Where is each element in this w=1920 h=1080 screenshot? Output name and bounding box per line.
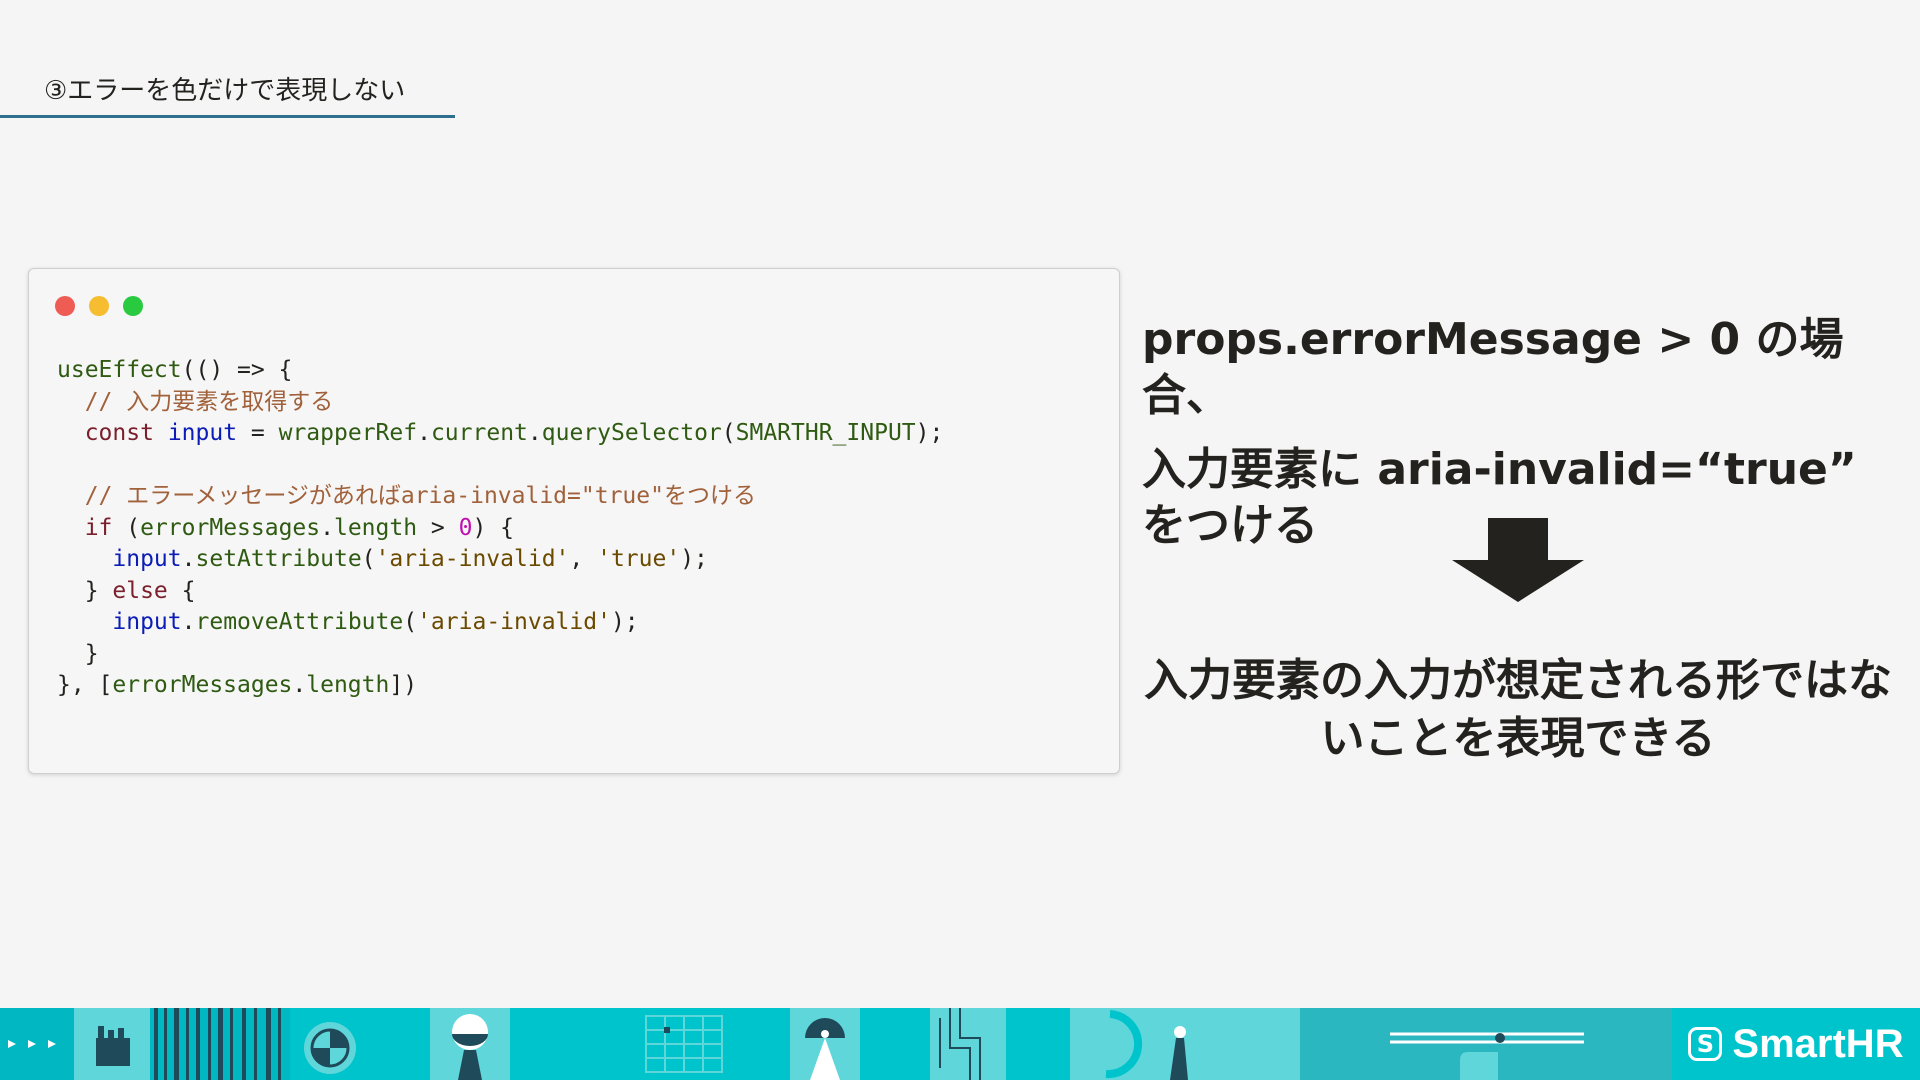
code-token: > — [417, 514, 459, 541]
code-token: ]) — [389, 672, 418, 698]
code-token: length — [333, 514, 418, 541]
code-line: const input = wrapperRef.current.querySe… — [57, 418, 944, 450]
code-token: 'true' — [597, 546, 681, 572]
code-token: ); — [915, 420, 944, 446]
footer-banner: S SmartHR — [0, 1008, 1920, 1080]
result-text: 入力要素の入力が想定される形ではないことを表現できる — [1144, 655, 1892, 764]
code-token: input — [112, 546, 182, 572]
code-token: else — [112, 577, 168, 604]
code-token: ) { — [472, 514, 515, 541]
code-line: } — [57, 639, 943, 671]
window-close-dot — [55, 296, 75, 316]
code-token: ( — [721, 420, 736, 446]
code-token: // エラーメッセージがあればaria-invalid="true"をつける — [57, 483, 756, 509]
code-token: removeAttribute — [195, 609, 404, 635]
code-token: ); — [610, 609, 639, 635]
grid-icon — [510, 1008, 790, 1080]
code-token: querySelector — [541, 420, 722, 446]
code-line: }, [errorMessages.length]) — [57, 670, 943, 702]
code-token: . — [417, 420, 431, 446]
code-token: input — [112, 609, 182, 635]
code-line: input.setAttribute('aria-invalid', 'true… — [57, 544, 943, 576]
code-token: 'aria-invalid' — [375, 546, 570, 572]
code-token: . — [527, 420, 542, 446]
code-token: } — [57, 640, 99, 667]
code-token: } — [57, 577, 113, 604]
code-token: setAttribute — [195, 546, 362, 572]
code-token: input — [167, 420, 238, 446]
explanation-line-1: props.errorMessage > 0 の場合、 — [1142, 314, 1844, 421]
section-underline — [0, 115, 455, 118]
window-minimize-dot — [89, 296, 109, 316]
code-token: 'aria-invalid' — [417, 609, 611, 635]
code-token: ( — [403, 609, 418, 635]
code-token: current — [430, 420, 528, 446]
code-token: ( — [361, 546, 376, 572]
smarthr-logo-text: SmartHR — [1732, 1021, 1904, 1066]
code-token: . — [292, 672, 307, 698]
factory-icon — [74, 1008, 150, 1080]
code-token: errorMessages — [112, 672, 293, 698]
code-token: = — [237, 420, 279, 446]
code-token: // 入力要素を取得する — [57, 388, 334, 415]
code-window: useEffect(() => { // 入力要素を取得する const inp… — [28, 268, 1120, 774]
code-token: . — [320, 514, 334, 541]
smarthr-logo[interactable]: S SmartHR — [1672, 1008, 1920, 1080]
code-token: if — [84, 514, 113, 541]
code-line: // エラーメッセージがあればaria-invalid="true"をつける — [57, 481, 943, 513]
code-line: } else { — [57, 576, 943, 608]
code-token: errorMessages — [140, 514, 321, 541]
play-arrows-icon — [0, 1008, 74, 1080]
code-token: . — [181, 609, 196, 635]
code-token: . — [181, 546, 196, 572]
code-block: useEffect(() => { // 入力要素を取得する const inp… — [57, 355, 943, 702]
code-token: wrapperRef — [278, 420, 418, 446]
code-token: length — [306, 672, 390, 698]
slider-hand-icon — [1300, 1008, 1672, 1080]
lighthouse-icon — [790, 1008, 860, 1080]
window-maximize-dot — [123, 296, 143, 316]
hook-figure-icon — [1070, 1008, 1300, 1080]
code-line: input.removeAttribute('aria-invalid'); — [57, 607, 943, 639]
section-title: ③エラーを色だけで表現しない — [44, 76, 406, 106]
code-token: useEffect — [57, 357, 182, 383]
barcode-icon — [150, 1008, 290, 1080]
code-token: , — [569, 546, 598, 572]
arrow-down-icon — [1452, 518, 1584, 602]
code-token: ); — [680, 546, 708, 572]
code-line: useEffect(() => { — [57, 355, 943, 387]
code-line: // 入力要素を取得する — [57, 387, 943, 419]
person-eye-icon — [430, 1008, 510, 1080]
circuit-icon — [860, 1008, 1070, 1080]
code-token: }, [ — [57, 672, 113, 698]
code-token: ( — [112, 514, 141, 541]
code-token: { — [167, 577, 196, 604]
code-token: SMARTHR_INPUT — [735, 420, 916, 446]
code-token: const — [84, 420, 154, 446]
code-token: (() => { — [181, 357, 293, 383]
head-chart-icon — [290, 1008, 430, 1080]
code-line: if (errorMessages.length > 0) { — [57, 513, 943, 545]
code-token: 0 — [458, 514, 473, 541]
smarthr-logo-icon: S — [1688, 1027, 1723, 1061]
